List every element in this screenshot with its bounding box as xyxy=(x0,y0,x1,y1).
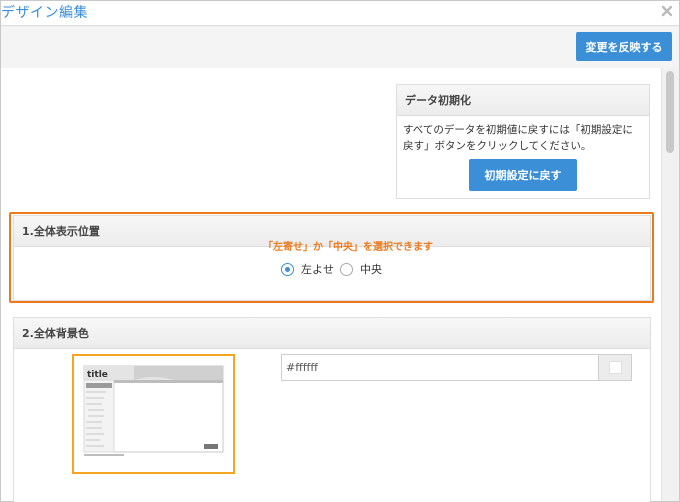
radio-center-align-label[interactable]: 中央 xyxy=(360,261,382,277)
dialog-window: デザイン編集 変更を反映する データ初期化 すべてのデータを初期値に戻すには「初… xyxy=(0,0,680,502)
data-init-description: すべてのデータを初期値に戻すには「初期設定に戻す」ボタンをクリックしてください。 xyxy=(403,124,633,152)
svg-text:title: title xyxy=(87,370,108,380)
close-icon[interactable] xyxy=(660,4,674,18)
window-title: デザイン編集 xyxy=(1,5,88,21)
layout-preview-image: title xyxy=(83,365,224,456)
radio-center-align[interactable] xyxy=(340,262,353,276)
scrollbar-thumb[interactable] xyxy=(666,71,674,153)
vertical-scrollbar[interactable] xyxy=(661,68,679,501)
data-init-panel: データ初期化 すべてのデータを初期値に戻すには「初期設定に戻す」ボタンをクリック… xyxy=(396,84,650,199)
reset-defaults-button[interactable]: 初期設定に戻す xyxy=(469,159,577,191)
position-options: 左よせ 中央 xyxy=(281,261,388,277)
data-init-heading: データ初期化 xyxy=(397,85,649,116)
title-bar: デザイン編集 xyxy=(1,1,679,25)
radio-left-align[interactable] xyxy=(281,262,294,276)
position-annotation: 「左寄せ」か「中央」を選択できます xyxy=(263,242,433,253)
apply-changes-button[interactable]: 変更を反映する xyxy=(576,32,672,61)
layout-preview-thumbnail[interactable]: title xyxy=(72,354,235,474)
background-color-input[interactable]: #ffffff xyxy=(281,354,599,381)
top-toolbar: 変更を反映する xyxy=(1,25,679,69)
background-color-heading: 2.全体背景色 xyxy=(14,318,650,349)
color-swatch xyxy=(609,361,622,374)
radio-left-align-label[interactable]: 左よせ xyxy=(301,261,334,277)
color-picker-button[interactable] xyxy=(598,354,632,381)
highlight-frame xyxy=(9,212,654,303)
